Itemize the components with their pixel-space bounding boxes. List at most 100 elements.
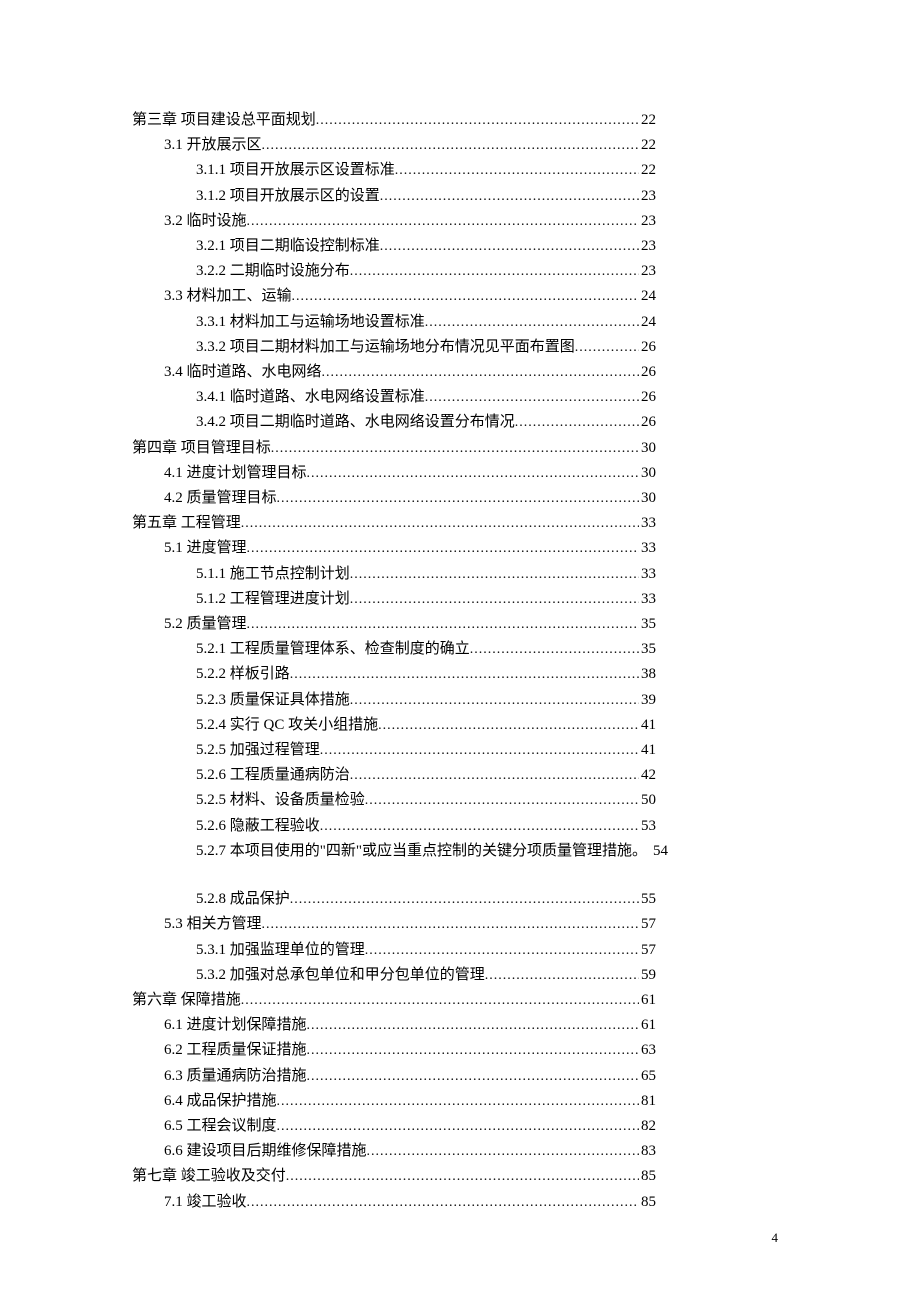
toc-entry-page: 30	[639, 486, 656, 510]
toc-entry-page: 26	[639, 385, 656, 409]
toc-entry-page: 23	[639, 234, 656, 258]
toc-entry[interactable]: 3.1.1 项目开放展示区设置标准22	[132, 158, 656, 183]
toc-entry[interactable]: 5.2.4 实行 QC 攻关小组措施41	[132, 713, 656, 738]
toc-entry[interactable]: 第三章 项目建设总平面规划22	[132, 108, 656, 133]
toc-entry[interactable]: 第七章 竣工验收及交付85	[132, 1164, 656, 1189]
toc-entry-page: 33	[639, 536, 656, 560]
toc-entry[interactable]: 3.3.2 项目二期材料加工与运输场地分布情况见平面布置图26	[132, 335, 656, 360]
toc-entry[interactable]: 5.2.8 成品保护 55	[132, 887, 656, 912]
toc-entry[interactable]: 5.3 相关方管理57	[132, 912, 656, 937]
toc-leader-dots	[262, 134, 639, 158]
toc-entry[interactable]: 3.4.1 临时道路、水电网络设置标准 26	[132, 385, 656, 410]
toc-entry[interactable]: 3.2.2 二期临时设施分布23	[132, 259, 656, 284]
toc-leader-dots	[277, 1115, 639, 1139]
toc-entry[interactable]: 5.2.3 质量保证具体措施39	[132, 688, 656, 713]
toc-entry[interactable]: 3.2.1 项目二期临设控制标准23	[132, 234, 656, 259]
toc-entry[interactable]: 6.3 质量通病防治措施65	[132, 1064, 656, 1089]
toc-entry-page: 33	[639, 562, 656, 586]
toc-entry-page: 54	[651, 839, 668, 863]
toc-leader-dots	[485, 964, 639, 988]
toc-entry-page: 83	[639, 1139, 656, 1163]
toc-entry-page: 22	[639, 133, 656, 157]
toc-leader-dots	[307, 1065, 639, 1089]
toc-entry[interactable]: 5.1 进度管理33	[132, 536, 656, 561]
toc-entry-title: 4.2 质量管理目标	[164, 486, 277, 510]
toc-entry-title: 6.2 工程质量保证措施	[164, 1038, 307, 1062]
toc-entry-page: 82	[639, 1114, 656, 1138]
toc-entry-page: 63	[639, 1038, 656, 1062]
toc-entry-page: 53	[639, 814, 656, 838]
toc-leader-dots	[365, 939, 639, 963]
toc-entry[interactable]: 6.5 工程会议制度 82	[132, 1114, 656, 1139]
toc-entry-title: 3.4.1 临时道路、水电网络设置标准	[196, 385, 425, 409]
toc-entry[interactable]: 6.1 进度计划保障措施61	[132, 1013, 656, 1038]
toc-entry[interactable]: 4.2 质量管理目标 30	[132, 486, 656, 511]
toc-entry-page: 65	[639, 1064, 656, 1088]
toc-entry[interactable]: 第六章 保障措施61	[132, 988, 656, 1013]
toc-leader-dots	[247, 613, 639, 637]
toc-leader-dots	[277, 487, 639, 511]
toc-entry-page: 39	[639, 688, 656, 712]
toc-entry[interactable]: 5.3.1 加强监理单位的管理57	[132, 938, 656, 963]
toc-entry-page: 85	[639, 1190, 656, 1214]
toc-leader-dots	[322, 361, 639, 385]
toc-entry-page: 42	[639, 763, 656, 787]
toc-entry-title: 5.1.1 施工节点控制计划	[196, 562, 350, 586]
toc-leader-dots	[292, 285, 639, 309]
toc-entry-page: 22	[639, 108, 656, 132]
toc-entry-page: 23	[639, 209, 656, 233]
toc-entry[interactable]: 6.2 工程质量保证措施 63	[132, 1038, 656, 1063]
toc-entry[interactable]: 5.2.6 隐蔽工程验收53	[132, 814, 656, 839]
toc-entry[interactable]: 5.2 质量管理35	[132, 612, 656, 637]
toc-entry-title: 3.2.2 二期临时设施分布	[196, 259, 350, 283]
toc-entry[interactable]: 5.2.5 材料、设备质量检验50	[132, 788, 656, 813]
toc-entry-title: 3.1 开放展示区	[164, 133, 262, 157]
toc-entry-title: 5.2.8 成品保护	[196, 887, 290, 911]
toc-entry[interactable]: 3.4.2 项目二期临时道路、水电网络设置分布情况26	[132, 410, 656, 435]
toc-entry-page: 57	[639, 912, 656, 936]
toc-entry-title: 第五章 工程管理	[132, 511, 241, 535]
toc-entry-title: 6.6 建设项目后期维修保障措施	[164, 1139, 367, 1163]
toc-entry-page: 59	[639, 963, 656, 987]
toc-entry[interactable]: 4.1 进度计划管理目标30	[132, 461, 656, 486]
toc-entry[interactable]: 3.3.1 材料加工与运输场地设置标准24	[132, 310, 656, 335]
toc-entry[interactable]: 3.1 开放展示区 22	[132, 133, 656, 158]
toc-entry[interactable]: 3.4 临时道路、水电网络26	[132, 360, 656, 385]
toc-entry[interactable]: 3.2 临时设施 23	[132, 209, 656, 234]
toc-entry[interactable]: 5.1.2 工程管理进度计划33	[132, 587, 656, 612]
toc-entry[interactable]: 5.2.7 本项目使用的"四新"或应当重点控制的关键分项质量管理措施。54	[132, 839, 656, 863]
toc-entry-title: 5.2.5 材料、设备质量检验	[196, 788, 365, 812]
toc-entry-page: 24	[639, 284, 656, 308]
toc-entry[interactable]: 5.2.5 加强过程管理41	[132, 738, 656, 763]
toc-entry[interactable]: 6.4 成品保护措施81	[132, 1089, 656, 1114]
toc-entry[interactable]: 5.2.6 工程质量通病防治42	[132, 763, 656, 788]
toc-entry-page: 61	[639, 1013, 656, 1037]
toc-entry[interactable]: 5.2.1 工程质量管理体系、检查制度的确立35	[132, 637, 656, 662]
toc-entry-page: 26	[639, 410, 656, 434]
toc-entry-title: 3.2 临时设施	[164, 209, 247, 233]
toc-entry[interactable]: 第四章 项目管理目标30	[132, 436, 656, 461]
toc-entry-page: 41	[639, 713, 656, 737]
toc-entry-page: 22	[639, 158, 656, 182]
toc-entry[interactable]: 5.2.2 样板引路38	[132, 662, 656, 687]
toc-entry[interactable]: 7.1 竣工验收 85	[132, 1190, 656, 1215]
toc-entry-page: 57	[639, 938, 656, 962]
toc-entry-page: 26	[639, 335, 656, 359]
toc-entry[interactable]: 5.3.2 加强对总承包单位和甲分包单位的管理59	[132, 963, 656, 988]
toc-entry[interactable]: 3.1.2 项目开放展示区的设置23	[132, 184, 656, 209]
toc-leader-dots	[350, 588, 639, 612]
toc-entry[interactable]: 第五章 工程管理33	[132, 511, 656, 536]
toc-entry-title: 4.1 进度计划管理目标	[164, 461, 307, 485]
toc-entry[interactable]: 5.1.1 施工节点控制计划 33	[132, 562, 656, 587]
toc-leader-dots	[271, 437, 639, 461]
toc-leader-dots	[350, 764, 639, 788]
toc-entry-title: 6.5 工程会议制度	[164, 1114, 277, 1138]
toc-entry-title: 7.1 竣工验收	[164, 1190, 247, 1214]
toc-entry[interactable]: 3.3 材料加工、运输24	[132, 284, 656, 309]
toc-entry-page: 30	[639, 436, 656, 460]
toc-entry-page: 33	[639, 587, 656, 611]
toc-leader-dots	[316, 109, 639, 133]
toc-entry-page: 55	[639, 887, 656, 911]
toc-leader-dots	[378, 714, 639, 738]
toc-entry[interactable]: 6.6 建设项目后期维修保障措施 83	[132, 1139, 656, 1164]
